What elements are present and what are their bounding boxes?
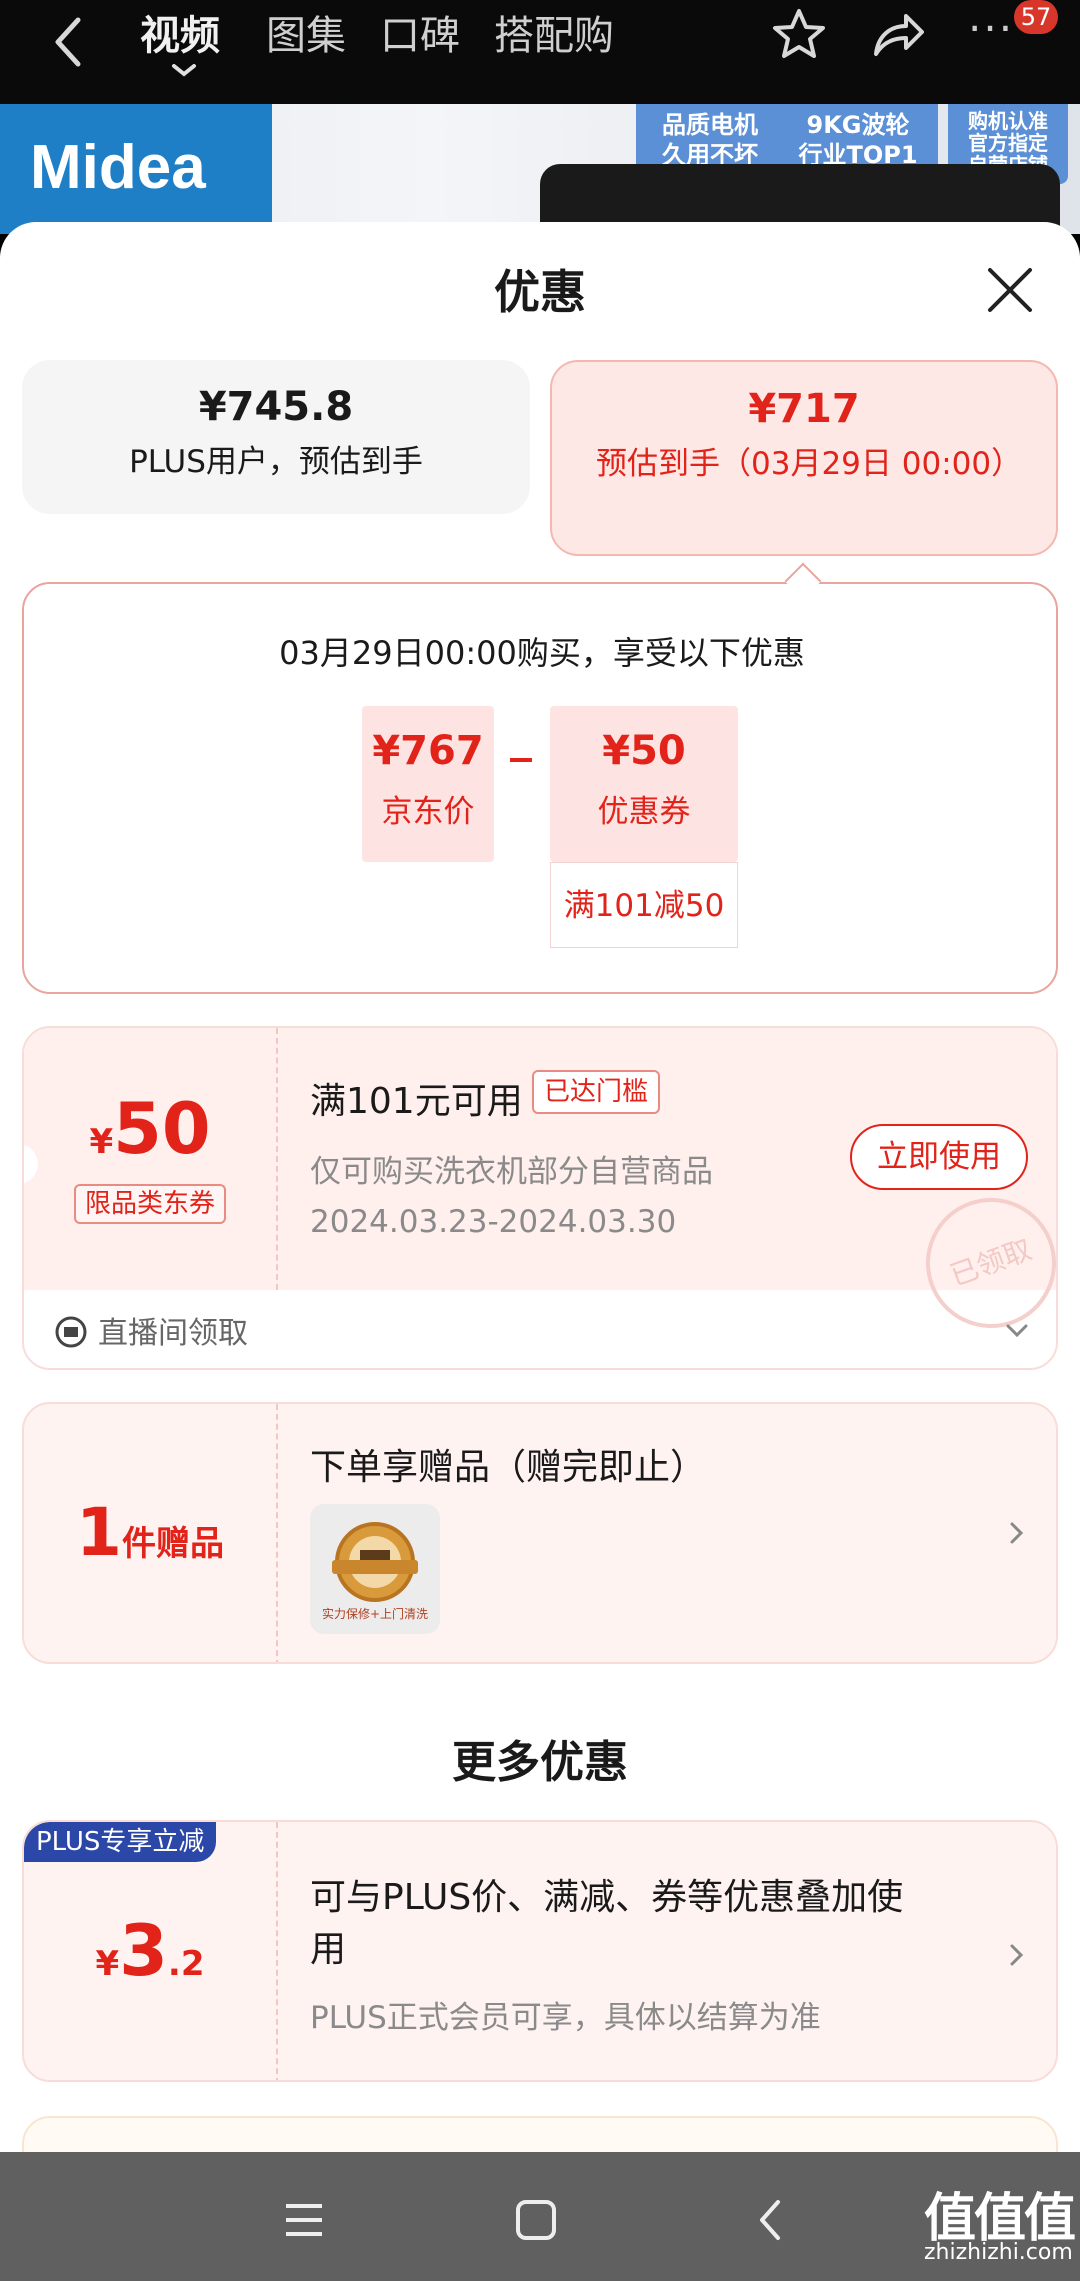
back-arrow-icon[interactable] [48,12,88,72]
jd-price-label: 京东价 [381,794,475,830]
active-tab-indicator [172,64,196,77]
scheduled-price-option[interactable]: ¥717 预估到手（03月29日 00:00） [550,360,1058,556]
threshold-reached-badge: 已达门槛 [532,1070,661,1114]
coupon-source-row[interactable]: 直播间领取 [54,1308,248,1352]
tab-bundle[interactable]: 搭配购 [494,6,614,66]
scheduled-estimated-price: ¥717 [748,386,860,432]
plus-yen: ¥ [95,1944,120,1984]
coupon-discount: ¥50 [602,728,686,774]
minus-sign [510,758,532,762]
recent-apps-icon[interactable] [274,2190,334,2250]
use-now-button[interactable]: 立即使用 [850,1124,1028,1190]
coupon-scope: 仅可购买洗衣机部分自营商品 [310,1154,713,1190]
back-icon[interactable] [742,2190,802,2250]
top-nav-bar: 视频 图集 口碑 搭配购 ··· 57 [0,0,1080,104]
sheet-title: 优惠 [494,265,586,319]
gift-thumbnail: 实力保修+上门清洗 [310,1504,440,1634]
chevron-right-icon [1010,1522,1024,1544]
coupon-divider [276,1028,278,1290]
home-icon[interactable] [506,2190,566,2250]
plus-divider [276,1822,278,2080]
jd-price-box: ¥767 京东价 [362,706,494,862]
gift-divider [276,1404,278,1662]
gift-count: 1件赠品 [24,1494,276,1571]
discount-sheet: 优惠 ¥745.8 PLUS用户，预估到手 ¥717 预估到手（03月29日 0… [0,222,1080,2152]
brand-logo-box: Midea [0,104,272,234]
plus-estimated-label: PLUS用户，预估到手 [129,444,423,480]
plus-exclusive-tag: PLUS专享立减 [24,1822,217,1862]
gift-badge-icon: 实力保修+上门清洗 [322,1522,428,1621]
plus-amount-dec: .2 [167,1944,205,1984]
chevron-right-icon [1010,1944,1024,1966]
coupon-yen: ¥ [89,1122,114,1162]
coupon-card: ¥50 限品类东券 满101元可用 已达门槛 仅可购买洗衣机部分自营商品 202… [22,1026,1058,1370]
tab-reviews[interactable]: 口碑 [380,6,460,66]
jd-price: ¥767 [372,728,484,774]
tab-gallery[interactable]: 图集 [266,6,346,66]
message-count-badge: 57 [1014,0,1058,34]
gift-count-number: 1 [76,1494,122,1571]
plus-amount-int: 3 [119,1910,168,1992]
tab-video[interactable]: 视频 [140,6,220,66]
coupon-validity: 2024.03.23-2024.03.30 [310,1204,677,1240]
coupon-value: 50 [113,1088,211,1170]
live-room-icon [55,1316,87,1348]
gift-card[interactable]: 1件赠品 下单享赠品（赠完即止） 实力保修+上门清洗 [22,1402,1058,1664]
gift-count-unit: 件赠品 [121,1524,224,1564]
more-discounts-title: 更多优惠 [452,1737,628,1788]
plus-discount-amount: ¥3.2 [24,1910,276,1992]
favorite-star-icon[interactable] [770,6,828,64]
coupon-condition: 满101元可用 [310,1081,523,1122]
coupon-discount-label: 优惠券 [597,794,691,830]
chevron-down-icon[interactable] [1002,1316,1032,1346]
plus-price-option[interactable]: ¥745.8 PLUS用户，预估到手 [22,360,530,514]
coupon-amount: ¥50 [24,1088,276,1170]
plus-discount-title: 可与PLUS价、满减、券等优惠叠加使用 [310,1877,904,1970]
gift-title: 下单享赠品（赠完即止） [310,1447,707,1488]
close-icon[interactable] [986,266,1034,314]
plus-estimated-price: ¥745.8 [198,384,354,430]
share-icon[interactable] [868,6,926,64]
scheduled-estimated-label: 预估到手（03月29日 00:00） [596,446,1023,482]
coupon-type-badge: 限品类东券 [74,1184,226,1224]
next-discount-card[interactable] [22,2116,1058,2152]
gift-image-caption: 实力保修+上门清洗 [322,1606,428,1621]
product-banner: Midea 品质电机 久用不坏 9KG波轮 行业TOP1 购机认准 官方指定 自… [0,104,1080,244]
brand-logo: Midea [30,133,206,202]
coupon-discount-condition: 满101减50 [550,862,738,948]
price-breakdown: 03月29日00:00购买，享受以下优惠 ¥767 京东价 ¥50 优惠券 满1… [22,582,1058,994]
breakdown-title: 03月29日00:00购买，享受以下优惠 [279,634,805,672]
system-nav-bar [0,2152,1080,2281]
plus-discount-subtitle: PLUS正式会员可享，具体以结算为准 [310,2000,821,2036]
coupon-discount-box: ¥50 优惠券 [550,706,738,862]
plus-discount-card[interactable]: PLUS专享立减 ¥3.2 可与PLUS价、满减、券等优惠叠加使用 PLUS正式… [22,1820,1058,2082]
site-watermark-url: zhizhizhi.com [924,2240,1073,2265]
coupon-source: 直播间领取 [98,1316,248,1351]
